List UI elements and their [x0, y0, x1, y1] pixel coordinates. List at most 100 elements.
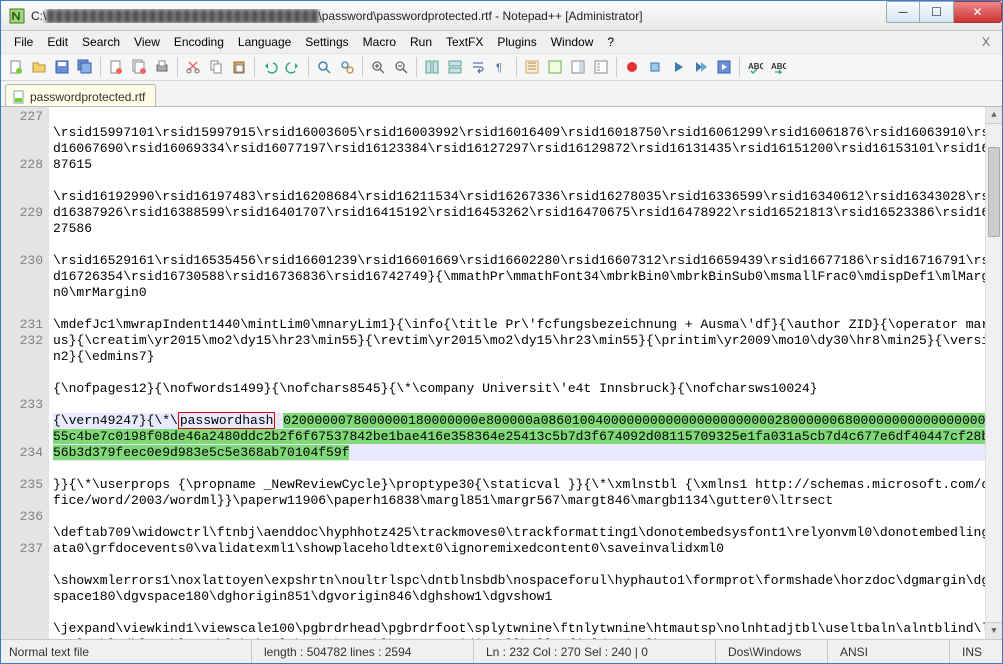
svg-text:ABC: ABC: [771, 62, 786, 71]
editor: 227 228 229 230 231 232 233 234 235 236 …: [1, 107, 1002, 639]
line-number: 230: [1, 253, 43, 317]
menu-plugins[interactable]: Plugins: [490, 33, 543, 51]
statusbar: Normal text file length : 504782 lines :…: [1, 639, 1002, 663]
code-line: \rsid16529161\rsid16535456\rsid16601239\…: [53, 253, 1002, 301]
play-macro-button[interactable]: [667, 56, 689, 78]
code-line: \rsid15997101\rsid15997915\rsid16003605\…: [53, 125, 1002, 173]
code-line: {\nofpages12}{\nofwords1499}{\nofchars85…: [53, 381, 1002, 397]
scroll-up-button[interactable]: ▲: [986, 107, 1002, 124]
record-macro-button[interactable]: [621, 56, 643, 78]
file-icon: [12, 90, 26, 104]
menubar-close-doc[interactable]: X: [976, 35, 996, 49]
menu-textfx[interactable]: TextFX: [439, 33, 490, 51]
user-lang-button[interactable]: [544, 56, 566, 78]
line-number: 236: [1, 509, 43, 541]
toolbar-separator: [739, 57, 740, 77]
toolbar-separator: [362, 57, 363, 77]
status-eol: Dos\Windows: [715, 640, 825, 663]
toolbar-separator: [100, 57, 101, 77]
tab-passwordprotected[interactable]: passwordprotected.rtf: [5, 84, 156, 106]
play-multi-button[interactable]: [690, 56, 712, 78]
titlebar[interactable]: C:\████████████████████████████████\pass…: [1, 1, 1002, 31]
line-number: 235: [1, 477, 43, 509]
menu-encoding[interactable]: Encoding: [167, 33, 231, 51]
menu-edit[interactable]: Edit: [40, 33, 75, 51]
status-filetype: Normal text file: [9, 640, 249, 663]
new-file-button[interactable]: [5, 56, 27, 78]
toolbar-separator: [308, 57, 309, 77]
maximize-button[interactable]: ☐: [920, 1, 954, 23]
open-file-button[interactable]: [28, 56, 50, 78]
status-length: length : 504782 lines : 2594: [251, 640, 471, 663]
menu-macro[interactable]: Macro: [356, 33, 403, 51]
menu-search[interactable]: Search: [75, 33, 127, 51]
close-button[interactable]: ✕: [954, 1, 1002, 23]
save-button[interactable]: [51, 56, 73, 78]
tab-label: passwordprotected.rtf: [30, 90, 145, 104]
status-encoding: ANSI: [827, 640, 947, 663]
find-button[interactable]: [313, 56, 335, 78]
zoom-in-button[interactable]: [367, 56, 389, 78]
status-insert-mode: INS: [949, 640, 994, 663]
menu-window[interactable]: Window: [544, 33, 601, 51]
menu-settings[interactable]: Settings: [298, 33, 355, 51]
code-area[interactable]: \rsid15997101\rsid15997915\rsid16003605\…: [49, 107, 1002, 639]
app-window: C:\████████████████████████████████\pass…: [0, 0, 1003, 664]
menu-file[interactable]: File: [7, 33, 40, 51]
code-line: \showxmlerrors1\noxlattoyen\expshrtn\nou…: [53, 573, 1002, 605]
toolbar-separator: [177, 57, 178, 77]
indent-guide-button[interactable]: [521, 56, 543, 78]
line-number: 231: [1, 317, 43, 333]
toolbar-separator: [254, 57, 255, 77]
code-line: \mdefJc1\mwrapIndent1440\mintLim0\mnaryL…: [53, 317, 1002, 365]
wordwrap-button[interactable]: [467, 56, 489, 78]
line-number: 229: [1, 205, 43, 253]
scroll-down-button[interactable]: ▼: [986, 622, 1002, 639]
zoom-out-button[interactable]: [390, 56, 412, 78]
spellcheck-button[interactable]: ABC: [744, 56, 766, 78]
sync-hscroll-button[interactable]: [444, 56, 466, 78]
code-line: \deftab709\widowctrl\ftnbj\aenddoc\hyphh…: [53, 525, 1002, 557]
toolbar: ¶ ABC ABC: [1, 53, 1002, 81]
scroll-thumb[interactable]: [988, 147, 1000, 237]
menu-help[interactable]: ?: [600, 33, 621, 51]
window-controls: ─ ☐ ✕: [886, 1, 1002, 30]
sync-vscroll-button[interactable]: [421, 56, 443, 78]
copy-button[interactable]: [205, 56, 227, 78]
app-icon: [9, 8, 25, 24]
save-all-button[interactable]: [74, 56, 96, 78]
close-file-button[interactable]: [105, 56, 127, 78]
line-number: 237: [1, 541, 43, 557]
line-number: 234: [1, 445, 43, 477]
spellcheck-next-button[interactable]: ABC: [767, 56, 789, 78]
print-button[interactable]: [151, 56, 173, 78]
status-position: Ln : 232 Col : 270 Sel : 240 | 0: [473, 640, 713, 663]
save-macro-button[interactable]: [713, 56, 735, 78]
redo-button[interactable]: [282, 56, 304, 78]
paste-button[interactable]: [228, 56, 250, 78]
code-line: }}{\*\userprops {\propname _NewReviewCyc…: [53, 477, 1002, 509]
code-line: \rsid16192990\rsid16197483\rsid16208684\…: [53, 189, 1002, 237]
minimize-button[interactable]: ─: [886, 1, 920, 23]
stop-macro-button[interactable]: [644, 56, 666, 78]
func-list-button[interactable]: [590, 56, 612, 78]
line-number: 227: [1, 109, 43, 157]
close-all-button[interactable]: [128, 56, 150, 78]
menu-view[interactable]: View: [127, 33, 167, 51]
window-title: C:\████████████████████████████████\pass…: [31, 9, 886, 23]
toolbar-separator: [416, 57, 417, 77]
undo-button[interactable]: [259, 56, 281, 78]
toolbar-separator: [516, 57, 517, 77]
menubar: File Edit Search View Encoding Language …: [1, 31, 1002, 53]
doc-map-button[interactable]: [567, 56, 589, 78]
cut-button[interactable]: [182, 56, 204, 78]
menu-language[interactable]: Language: [231, 33, 298, 51]
line-number: 228: [1, 157, 43, 205]
line-number: 232: [1, 333, 43, 397]
show-all-chars-button[interactable]: ¶: [490, 56, 512, 78]
menu-run[interactable]: Run: [403, 33, 439, 51]
highlighted-keyword: passwordhash: [178, 412, 276, 429]
vertical-scrollbar[interactable]: ▲ ▼: [985, 107, 1002, 639]
replace-button[interactable]: [336, 56, 358, 78]
code-line-highlighted: {\vern49247}{\*\passwordhash 02000000780…: [53, 413, 1002, 461]
